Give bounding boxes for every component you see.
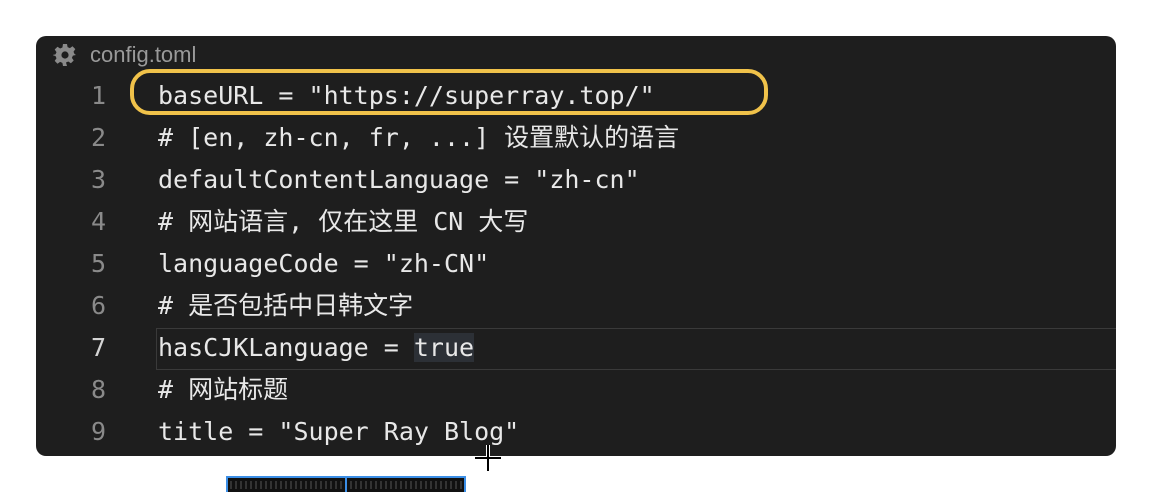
line-number: 5 bbox=[90, 249, 106, 278]
code-line-3[interactable]: 3 defaultContentLanguage = "zh-cn" bbox=[36, 159, 1116, 201]
line-text: hasCJKLanguage = true bbox=[158, 327, 475, 369]
widget-divider bbox=[345, 478, 347, 492]
line-text: languageCode = "zh-CN" bbox=[158, 249, 490, 278]
line-text: # [en, zh-cn, fr, ...] 设置默认的语言 bbox=[158, 123, 680, 152]
code-editor[interactable]: config.toml 1 baseURL = "https://superra… bbox=[36, 36, 1116, 456]
code-line-8[interactable]: 8 # 网站标题 bbox=[36, 369, 1116, 411]
code-line-1[interactable]: 1 baseURL = "https://superray.top/" bbox=[36, 75, 1116, 117]
code-line-5[interactable]: 5 languageCode = "zh-CN" bbox=[36, 243, 1116, 285]
editor-title-bar: config.toml bbox=[36, 36, 1116, 74]
code-line-6[interactable]: 6 # 是否包括中日韩文字 bbox=[36, 285, 1116, 327]
code-line-2[interactable]: 2 # [en, zh-cn, fr, ...] 设置默认的语言 bbox=[36, 117, 1116, 159]
code-line-7[interactable]: 7 hasCJKLanguage = true bbox=[36, 327, 1116, 369]
line-number: 9 bbox=[90, 417, 106, 446]
line-number: 1 bbox=[90, 81, 106, 110]
gear-icon[interactable] bbox=[52, 43, 77, 67]
selection-widget[interactable] bbox=[226, 476, 466, 492]
line-number-active: 7 bbox=[90, 333, 106, 362]
code-line-9[interactable]: 9 title = "Super Ray Blog" bbox=[36, 411, 1116, 453]
file-name: config.toml bbox=[90, 42, 197, 67]
line-number: 8 bbox=[90, 375, 106, 404]
line-text: title = "Super Ray Blog" bbox=[158, 417, 520, 446]
line-number: 3 bbox=[90, 165, 106, 194]
line-text: defaultContentLanguage = "zh-cn" bbox=[158, 165, 640, 194]
line-text: # 是否包括中日韩文字 bbox=[158, 291, 414, 320]
crosshair-cursor-icon bbox=[474, 444, 502, 472]
url-underline bbox=[342, 113, 697, 115]
line-number: 4 bbox=[90, 207, 106, 236]
code-text: hasCJKLanguage = bbox=[158, 333, 414, 362]
highlighted-token: true bbox=[413, 333, 475, 362]
line-text: baseURL = "https://superray.top/" bbox=[158, 81, 655, 110]
line-number: 6 bbox=[90, 291, 106, 320]
line-number: 2 bbox=[90, 123, 106, 152]
code-line-4[interactable]: 4 # 网站语言, 仅在这里 CN 大写 bbox=[36, 201, 1116, 243]
line-text: # 网站语言, 仅在这里 CN 大写 bbox=[158, 207, 529, 236]
line-text: # 网站标题 bbox=[158, 375, 289, 404]
